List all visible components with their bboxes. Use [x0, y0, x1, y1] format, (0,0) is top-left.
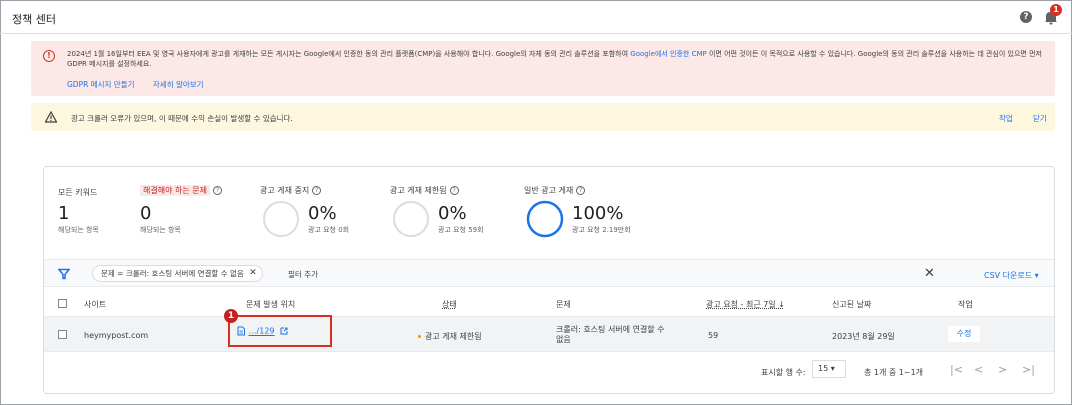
top-bar: 정책 센터 ? 1: [0, 0, 1072, 34]
learn-more-link[interactable]: 자세히 알아보기: [153, 80, 204, 89]
filter-chip[interactable]: 문제 = 크롤러: 호스팅 서버에 연결할 수 없음 ✕: [92, 265, 263, 282]
select-all-checkbox[interactable]: [58, 299, 67, 308]
crawler-alert: 광고 크롤러 오류가 있으며, 이 때문에 수익 손실이 발생할 수 있습니다.…: [31, 103, 1055, 131]
row-checkbox[interactable]: [58, 330, 67, 339]
next-page-button[interactable]: >: [998, 363, 1007, 376]
warning-icon: [45, 111, 57, 123]
ad-serving-limited-sub: 광고 요청 59회: [438, 226, 484, 234]
row-date: 2023년 8월 29일: [832, 332, 895, 341]
rows-per-page-select[interactable]: 15 ▾: [812, 360, 846, 378]
ad-serving-stopped-ring: [263, 201, 299, 237]
help-circle-icon[interactable]: ?: [212, 186, 222, 195]
issues-label-wrap[interactable]: 해결해야 하는 문제?: [140, 185, 222, 196]
edit-button[interactable]: 수정: [948, 326, 980, 342]
crawler-action-button[interactable]: 작업: [999, 113, 1013, 124]
ad-serving-limited-ring: [393, 201, 429, 237]
error-icon: !: [43, 50, 55, 62]
annotation-marker: 1: [224, 309, 238, 323]
gdpr-message-text: 2024년 1월 16일부터 EEA 및 영국 사용자에게 광고를 게재하는 모…: [67, 50, 631, 58]
gdpr-alert: ! 2024년 1월 16일부터 EEA 및 영국 사용자에게 광고를 게재하는…: [31, 41, 1055, 96]
issues-label: 해결해야 하는 문제: [140, 185, 210, 196]
help-circle-icon[interactable]: ?: [312, 186, 322, 195]
close-icon[interactable]: ✕: [249, 266, 257, 281]
all-keywords-value: 1: [58, 203, 70, 224]
crawler-close-button[interactable]: 닫기: [1033, 113, 1047, 124]
filter-icon[interactable]: [58, 268, 70, 280]
table-row: [44, 317, 1054, 351]
certified-cmp-link[interactable]: Google에서 인증한 CMP: [630, 50, 706, 58]
create-gdpr-message-button[interactable]: GDPR 메시지 만들기: [67, 80, 135, 89]
first-page-button[interactable]: |<: [950, 363, 963, 376]
page-title: 정책 센터: [12, 13, 56, 26]
annotation-highlight-box: [228, 315, 332, 347]
add-filter-button[interactable]: 필터 추가: [288, 269, 318, 280]
help-circle-icon[interactable]: ?: [449, 186, 459, 195]
column-header-requests[interactable]: 광고 요청 - 최근 7일 ↓: [706, 299, 785, 310]
gdpr-alert-message: 2024년 1월 16일부터 EEA 및 영국 사용자에게 광고를 게재하는 모…: [67, 49, 1047, 69]
last-page-button[interactable]: >|: [1022, 363, 1035, 376]
notification-badge: 1: [1050, 4, 1062, 16]
normal-ad-serving-label: 일반 광고 게재: [524, 186, 574, 195]
issues-sub: 해당되는 항목: [140, 226, 181, 234]
column-header-issue[interactable]: 문제: [556, 299, 571, 310]
divider: [44, 351, 1054, 352]
csv-download-button[interactable]: CSV 다운로드 ▾: [984, 270, 1039, 281]
column-header-date[interactable]: 신고된 날짜: [832, 299, 871, 310]
row-requests: 59: [708, 331, 719, 340]
prev-page-button[interactable]: <: [974, 363, 983, 376]
ad-serving-stopped-percent: 0%: [308, 203, 337, 224]
limited-label-wrap[interactable]: 광고 게재 제한됨?: [390, 185, 459, 196]
column-header-status[interactable]: 상태: [442, 299, 457, 310]
row-issue: 크롤러: 호스팅 서버에 연결할 수 없음: [556, 325, 665, 344]
help-icon[interactable]: ?: [1020, 11, 1032, 23]
row-status-label: 광고 게재 제한됨: [425, 332, 482, 341]
ad-serving-limited-percent: 0%: [438, 203, 467, 224]
normal-ad-serving-ring: [526, 200, 564, 238]
normal-label-wrap[interactable]: 일반 광고 게재?: [524, 185, 586, 196]
warning-dot-icon: [418, 335, 421, 338]
crawler-alert-message: 광고 크롤러 오류가 있으며, 이 때문에 수익 손실이 발생할 수 있습니다.: [71, 114, 293, 123]
normal-ad-serving-sub: 광고 요청 2.19만회: [572, 226, 631, 234]
issues-value: 0: [140, 203, 152, 224]
column-header-location[interactable]: 문제 발생 위치: [246, 299, 295, 310]
issues-card: 모든 키워드 1 해당되는 항목 해결해야 하는 문제? 0 해당되는 항목 광…: [43, 166, 1055, 394]
all-keywords-sub: 해당되는 항목: [58, 226, 99, 234]
help-circle-icon[interactable]: ?: [576, 186, 586, 195]
page-count: 총 1개 중 1~1개: [864, 368, 924, 377]
filter-bar: 문제 = 크롤러: 호스팅 서버에 연결할 수 없음 ✕ 필터 추가 ✕ CSV…: [44, 259, 1054, 287]
ad-serving-stopped-sub: 광고 요청 0회: [308, 226, 350, 234]
all-keywords-label[interactable]: 모든 키워드: [58, 187, 97, 198]
ad-serving-limited-label: 광고 게재 제한됨: [390, 186, 447, 195]
column-header-action: 작업: [958, 300, 973, 309]
rows-per-page-label: 표시할 행 수:: [761, 368, 806, 377]
normal-ad-serving-percent: 100%: [572, 203, 624, 224]
ad-serving-stopped-label: 광고 게재 중지: [260, 186, 310, 195]
clear-filters-icon[interactable]: ✕: [924, 266, 935, 281]
stopped-label-wrap[interactable]: 광고 게재 중지?: [260, 185, 322, 196]
row-site: heymypost.com: [84, 331, 149, 340]
gdpr-alert-actions: GDPR 메시지 만들기 자세히 알아보기: [67, 79, 220, 90]
row-status: 광고 게재 제한됨: [418, 331, 482, 342]
column-header-site[interactable]: 사이트: [84, 299, 106, 310]
filter-chip-label: 문제 = 크롤러: 호스팅 서버에 연결할 수 없음: [101, 269, 244, 278]
